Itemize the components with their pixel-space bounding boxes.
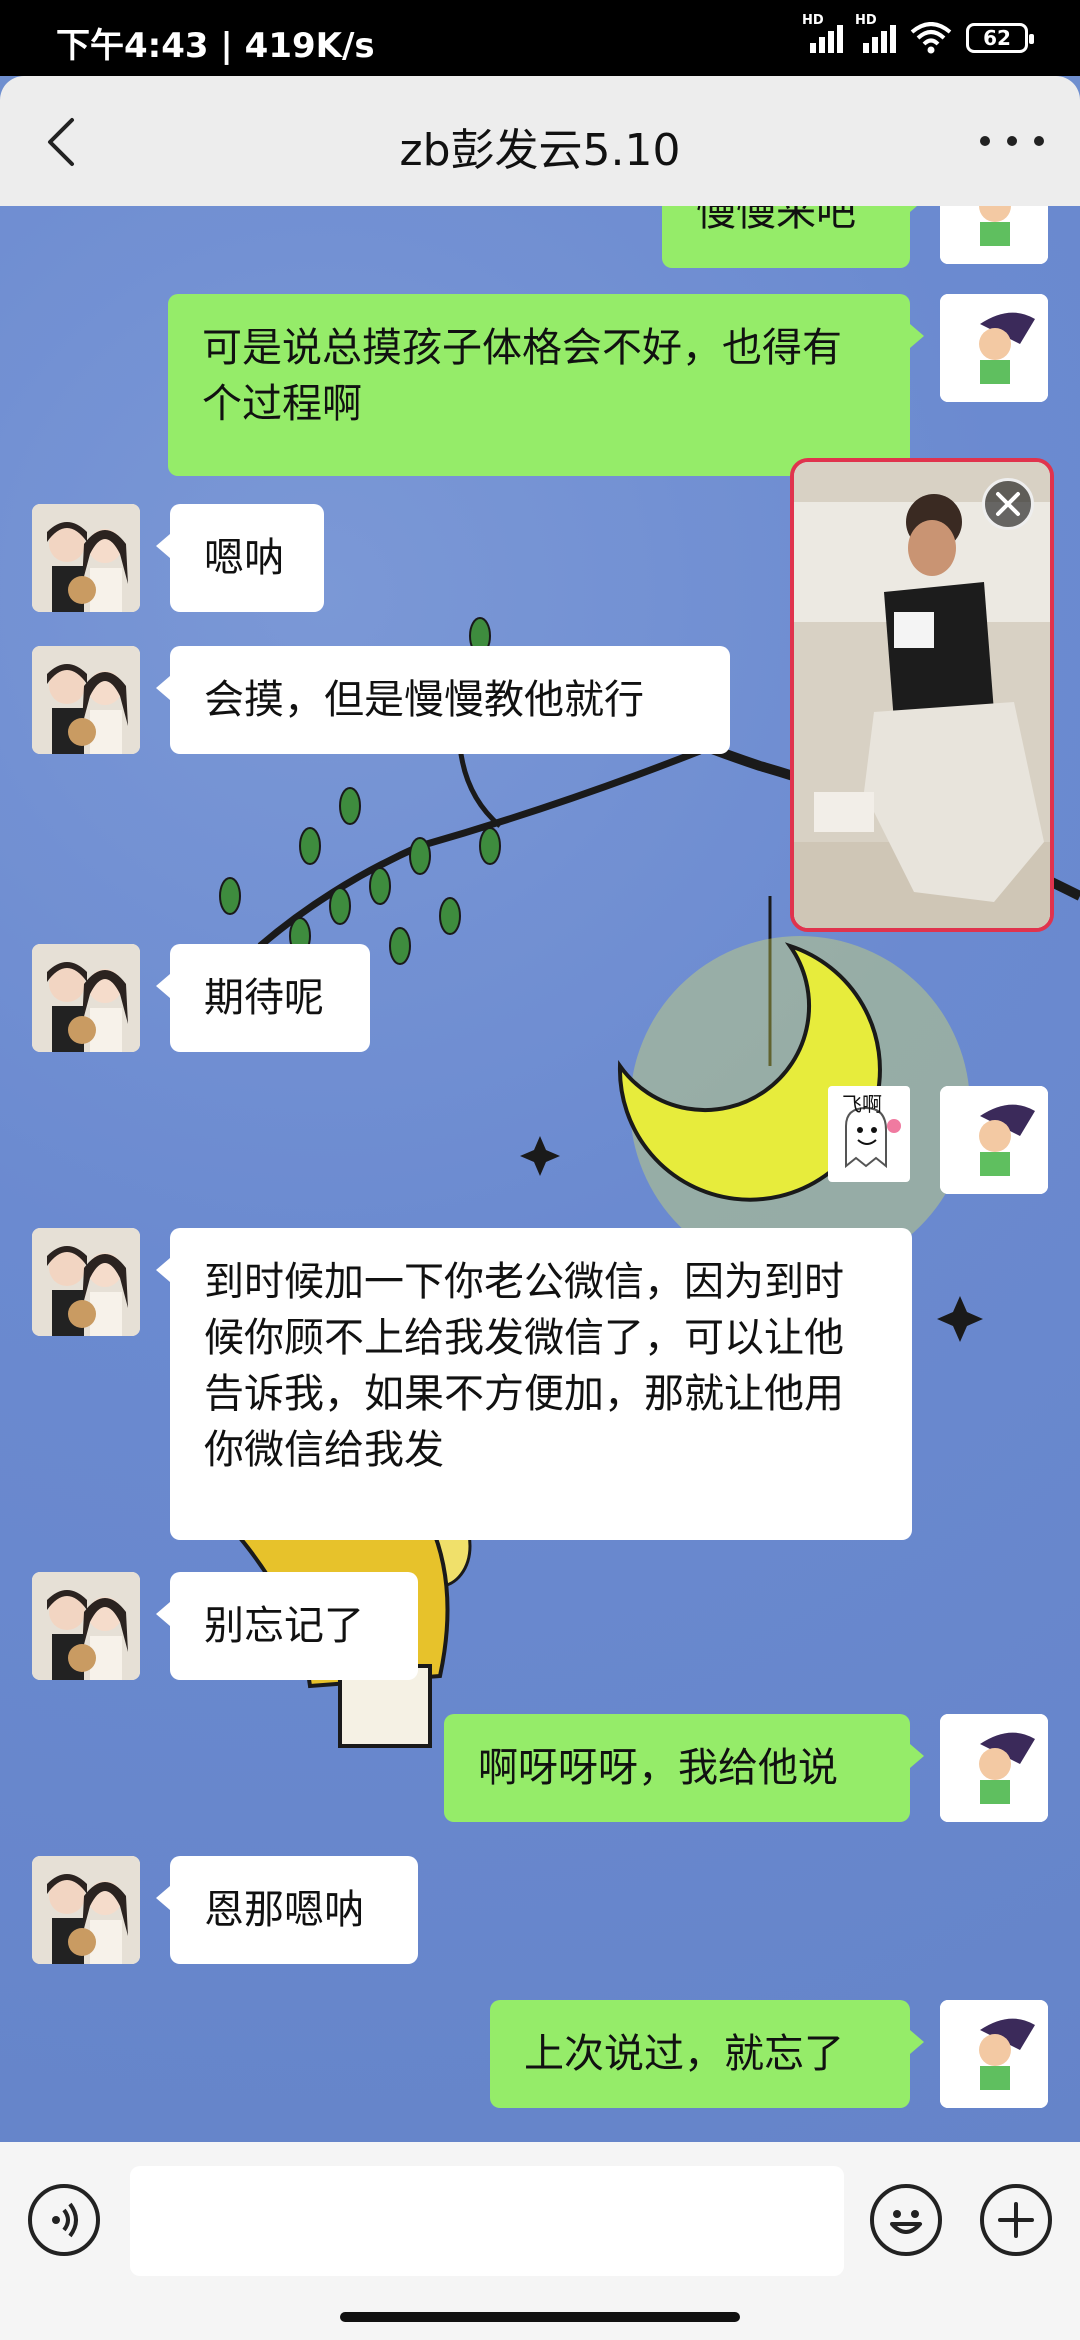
- message-bubble-outgoing[interactable]: 慢慢来吧: [662, 206, 924, 268]
- couple-avatar-icon: [32, 1572, 140, 1680]
- message-text: 到时候加一下你老公微信，因为到时候你顾不上给我发微信了，可以让他告诉我，如果不方…: [204, 1259, 844, 1473]
- avatar-contact[interactable]: [32, 504, 140, 612]
- couple-avatar-icon: [32, 504, 140, 612]
- floating-video-window[interactable]: [790, 458, 1054, 932]
- avatar-contact[interactable]: [32, 1572, 140, 1680]
- battery-icon: 62: [966, 23, 1034, 53]
- message-text: 期待呢: [204, 975, 324, 1021]
- message-bubble-incoming[interactable]: 到时候加一下你老公微信，因为到时候你顾不上给我发微信了，可以让他告诉我，如果不方…: [156, 1228, 912, 1540]
- message-text: 恩那嗯呐: [204, 1887, 364, 1933]
- hd-badge-2: HD: [855, 13, 877, 28]
- avatar-self[interactable]: [940, 206, 1048, 264]
- message-bubble-incoming[interactable]: 会摸，但是慢慢教他就行: [156, 646, 730, 754]
- chat-header: zb彭发云5.10: [0, 76, 1080, 206]
- message-text: 会摸，但是慢慢教他就行: [204, 677, 644, 723]
- home-indicator[interactable]: [340, 2312, 740, 2322]
- avatar-self[interactable]: [940, 1714, 1048, 1822]
- couple-avatar-icon: [32, 1228, 140, 1336]
- video-frame: [794, 462, 1050, 928]
- message-bubble-incoming[interactable]: 期待呢: [156, 944, 370, 1052]
- more-options-icon[interactable]: [980, 116, 1044, 166]
- message-bubble-incoming[interactable]: 嗯呐: [156, 504, 324, 612]
- avatar-self[interactable]: [940, 1086, 1048, 1194]
- avatar-contact[interactable]: [32, 944, 140, 1052]
- avatar-self[interactable]: [940, 2000, 1048, 2108]
- cartoon-avatar-icon: [940, 294, 1048, 402]
- close-icon[interactable]: [982, 478, 1034, 530]
- status-bar: 下午4:43 | 419K/s HD HD 62: [0, 0, 1080, 76]
- cartoon-avatar-icon: [940, 2000, 1048, 2108]
- status-time: 下午4:43 | 419K/s: [56, 26, 375, 66]
- couple-avatar-icon: [32, 944, 140, 1052]
- sticker-caption: 飞啊: [842, 1092, 882, 1116]
- message-bubble-incoming[interactable]: 恩那嗯呐: [156, 1856, 418, 1964]
- message-text: 别忘记了: [204, 1603, 364, 1649]
- signal-icon-2: HD: [855, 13, 896, 53]
- message-text: 上次说过，就忘了: [524, 2031, 844, 2077]
- emoji-icon[interactable]: [870, 2184, 942, 2256]
- message-text: 啊呀呀呀，我给他说: [478, 1745, 838, 1791]
- wifi-icon: [910, 22, 952, 54]
- message-bubble-outgoing[interactable]: 啊呀呀呀，我给他说: [444, 1714, 924, 1822]
- chat-title: zb彭发云5.10: [399, 125, 681, 176]
- cartoon-avatar-icon: [940, 1086, 1048, 1194]
- message-bubble-outgoing[interactable]: 上次说过，就忘了: [490, 2000, 924, 2108]
- status-indicators: HD HD 62: [802, 13, 1034, 58]
- plus-icon[interactable]: [980, 2184, 1052, 2256]
- avatar-self[interactable]: [940, 294, 1048, 402]
- couple-avatar-icon: [32, 646, 140, 754]
- cartoon-avatar-icon: [940, 206, 1048, 264]
- couple-avatar-icon: [32, 1856, 140, 1964]
- sticker-message[interactable]: 飞啊: [828, 1086, 910, 1182]
- hd-badge: HD: [802, 13, 824, 28]
- avatar-contact[interactable]: [32, 1856, 140, 1964]
- voice-icon[interactable]: [28, 2184, 100, 2256]
- message-text: 慢慢来吧: [696, 206, 856, 235]
- cartoon-avatar-icon: [940, 1714, 1048, 1822]
- avatar-contact[interactable]: [32, 1228, 140, 1336]
- avatar-contact[interactable]: [32, 646, 140, 754]
- signal-icon: HD: [802, 13, 843, 53]
- message-text: 可是说总摸孩子体格会不好，也得有个过程啊: [202, 325, 842, 427]
- message-input-bar: [0, 2142, 1080, 2340]
- message-text: 嗯呐: [204, 535, 284, 581]
- message-input[interactable]: [130, 2166, 844, 2276]
- message-bubble-outgoing[interactable]: 可是说总摸孩子体格会不好，也得有个过程啊: [168, 294, 924, 476]
- message-bubble-incoming[interactable]: 别忘记了: [156, 1572, 418, 1680]
